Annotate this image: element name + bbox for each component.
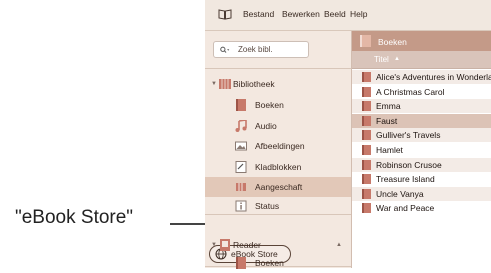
chevron-down-icon[interactable]: ▼ bbox=[211, 242, 217, 248]
sidebar-item-audio[interactable]: Audio bbox=[205, 116, 351, 136]
sidebar-item-library[interactable]: ▼ Bibliotheek bbox=[205, 74, 351, 94]
book-icon bbox=[362, 86, 371, 97]
sidebar-item-label: Boeken bbox=[255, 100, 284, 110]
book-icon bbox=[360, 35, 371, 47]
sidebar-item-reader-books[interactable]: Boeken bbox=[205, 253, 351, 273]
menu-help[interactable]: Help bbox=[350, 9, 367, 19]
notebook-icon bbox=[235, 161, 247, 173]
sidebar-divider bbox=[205, 68, 351, 69]
book-row[interactable]: Hamlet bbox=[352, 143, 491, 157]
book-icon bbox=[236, 257, 246, 269]
book-row[interactable]: Gulliver's Travels bbox=[352, 128, 491, 143]
column-title-label: Titel bbox=[374, 55, 389, 64]
sidebar-item-books[interactable]: Boeken bbox=[205, 95, 351, 115]
book-title: Robinson Crusoe bbox=[376, 159, 442, 170]
library-search-field[interactable]: Zoek bibl. bbox=[213, 41, 309, 58]
open-book-icon bbox=[218, 9, 232, 20]
book-list-pane: Boeken Titel ▲ Alice's Adventures in Won… bbox=[352, 31, 491, 268]
sidebar-item-label: Status bbox=[255, 201, 280, 211]
library-grid-icon bbox=[219, 79, 231, 89]
search-placeholder: Zoek bibl. bbox=[238, 45, 273, 54]
sidebar-item-notebooks[interactable]: Kladblokken bbox=[205, 157, 351, 177]
book-icon bbox=[362, 188, 371, 199]
book-icon bbox=[362, 145, 371, 155]
sidebar-item-label: Reader bbox=[233, 240, 261, 250]
book-icon bbox=[362, 203, 371, 214]
book-title: A Christmas Carol bbox=[376, 86, 445, 97]
callout-leader-line bbox=[170, 223, 206, 225]
reader-device-icon bbox=[220, 239, 230, 251]
reader-library-window: Bestand Bewerken Beeld Help Zoek bibl. ▼… bbox=[205, 0, 491, 268]
book-icon bbox=[362, 115, 371, 126]
book-row[interactable]: Uncle Vanya bbox=[352, 186, 491, 201]
sidebar-item-purchased[interactable]: Aangeschaft bbox=[205, 177, 351, 197]
book-title: Alice's Adventures in Wonderland bbox=[376, 72, 491, 82]
book-row[interactable]: Treasure Island bbox=[352, 172, 491, 186]
book-row[interactable]: Faust bbox=[352, 113, 491, 128]
book-title: Uncle Vanya bbox=[376, 188, 424, 199]
sidebar-item-label: Bibliotheek bbox=[233, 79, 275, 89]
book-title: War and Peace bbox=[376, 203, 435, 214]
book-icon bbox=[362, 159, 371, 170]
chevron-down-icon[interactable]: ▼ bbox=[211, 81, 217, 87]
book-title: Treasure Island bbox=[376, 174, 435, 185]
column-header-title[interactable]: Titel ▲ bbox=[352, 51, 491, 69]
book-icon bbox=[362, 174, 371, 185]
pane-title: Boeken bbox=[378, 37, 407, 47]
book-icon bbox=[362, 72, 371, 82]
book-row[interactable]: Alice's Adventures in Wonderland bbox=[352, 70, 491, 84]
callout-label: "eBook Store" bbox=[15, 207, 134, 228]
menu-bewerken[interactable]: Bewerken bbox=[282, 9, 320, 19]
sidebar-item-reader[interactable]: ▼ Reader ▲ bbox=[205, 235, 351, 255]
search-icon bbox=[220, 46, 230, 53]
book-icon bbox=[362, 130, 371, 141]
sidebar-item-label: Afbeeldingen bbox=[255, 141, 305, 151]
sidebar-item-label: Aangeschaft bbox=[255, 182, 303, 192]
info-icon bbox=[235, 200, 247, 212]
menu-bestand[interactable]: Bestand bbox=[243, 9, 274, 19]
sidebar-item-label: Kladblokken bbox=[255, 162, 302, 172]
book-icon bbox=[236, 99, 246, 111]
book-title: Gulliver's Travels bbox=[376, 130, 441, 141]
sidebar: Zoek bibl. ▼ Bibliotheek Boeken Audio Af… bbox=[205, 31, 352, 268]
image-icon bbox=[235, 141, 247, 151]
book-title: Emma bbox=[376, 101, 401, 112]
book-title: Faust bbox=[376, 115, 398, 126]
purchased-icon bbox=[236, 183, 246, 191]
book-row[interactable]: War and Peace bbox=[352, 201, 491, 215]
book-row[interactable]: Emma bbox=[352, 99, 491, 114]
sidebar-item-label: Audio bbox=[255, 121, 277, 131]
pane-header: Boeken bbox=[352, 31, 491, 51]
menu-bar: Bestand Bewerken Beeld Help bbox=[205, 0, 491, 31]
sidebar-item-status[interactable]: Status bbox=[205, 196, 351, 216]
book-icon bbox=[362, 101, 371, 112]
sort-ascending-icon: ▲ bbox=[394, 56, 400, 62]
sidebar-item-images[interactable]: Afbeeldingen bbox=[205, 136, 351, 156]
sidebar-divider bbox=[205, 214, 351, 215]
book-title: Hamlet bbox=[376, 145, 403, 155]
sidebar-item-label: Boeken bbox=[255, 258, 284, 268]
book-row[interactable]: A Christmas Carol bbox=[352, 85, 491, 99]
eject-icon[interactable]: ▲ bbox=[336, 242, 342, 248]
menu-beeld[interactable]: Beeld bbox=[324, 9, 346, 19]
book-row[interactable]: Robinson Crusoe bbox=[352, 157, 491, 172]
music-note-icon bbox=[235, 120, 247, 132]
